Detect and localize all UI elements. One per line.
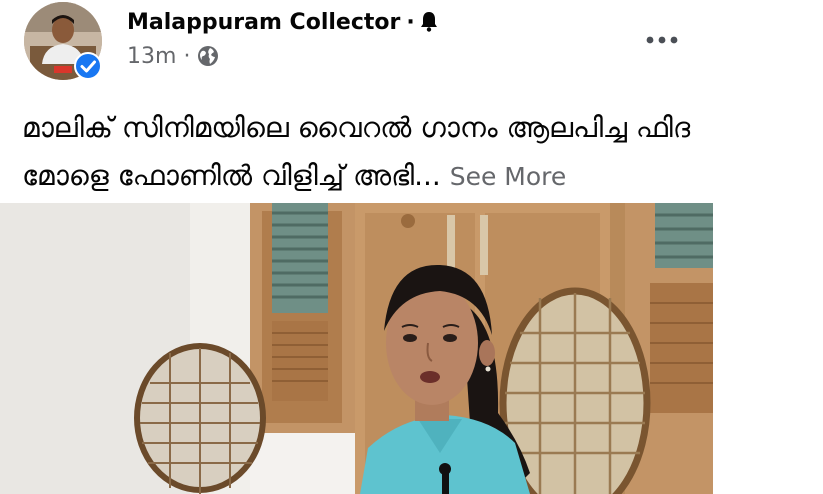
post-photo[interactable] [0,203,713,494]
timestamp[interactable]: 13m [127,44,176,69]
photo-scene [0,203,713,494]
name-separator: · [406,10,415,35]
right-margin [713,203,823,494]
author-name[interactable]: Malappuram Collector [127,10,400,35]
more-options-icon[interactable] [644,26,680,54]
post-meta: 13m · [127,43,219,71]
post-text: മാലിക് സിനിമയിലെ വൈറൽ ഗാനം ആലപിച്ച ഫിദ മ… [22,104,722,201]
meta-separator: · [183,44,191,69]
author-line: Malappuram Collector · [127,9,439,37]
author-avatar[interactable] [24,2,104,80]
globe-icon [198,46,219,66]
bell-icon[interactable] [419,10,439,32]
facebook-post: Malappuram Collector · 13m · മാലിക് സിനിമ… [0,0,823,494]
verified-badge-icon [74,52,102,80]
post-body: മാലിക് സിനിമയിലെ വൈറൽ ഗാനം ആലപിച്ച ഫിദ മ… [22,111,691,192]
see-more-link[interactable]: See More [450,162,567,191]
